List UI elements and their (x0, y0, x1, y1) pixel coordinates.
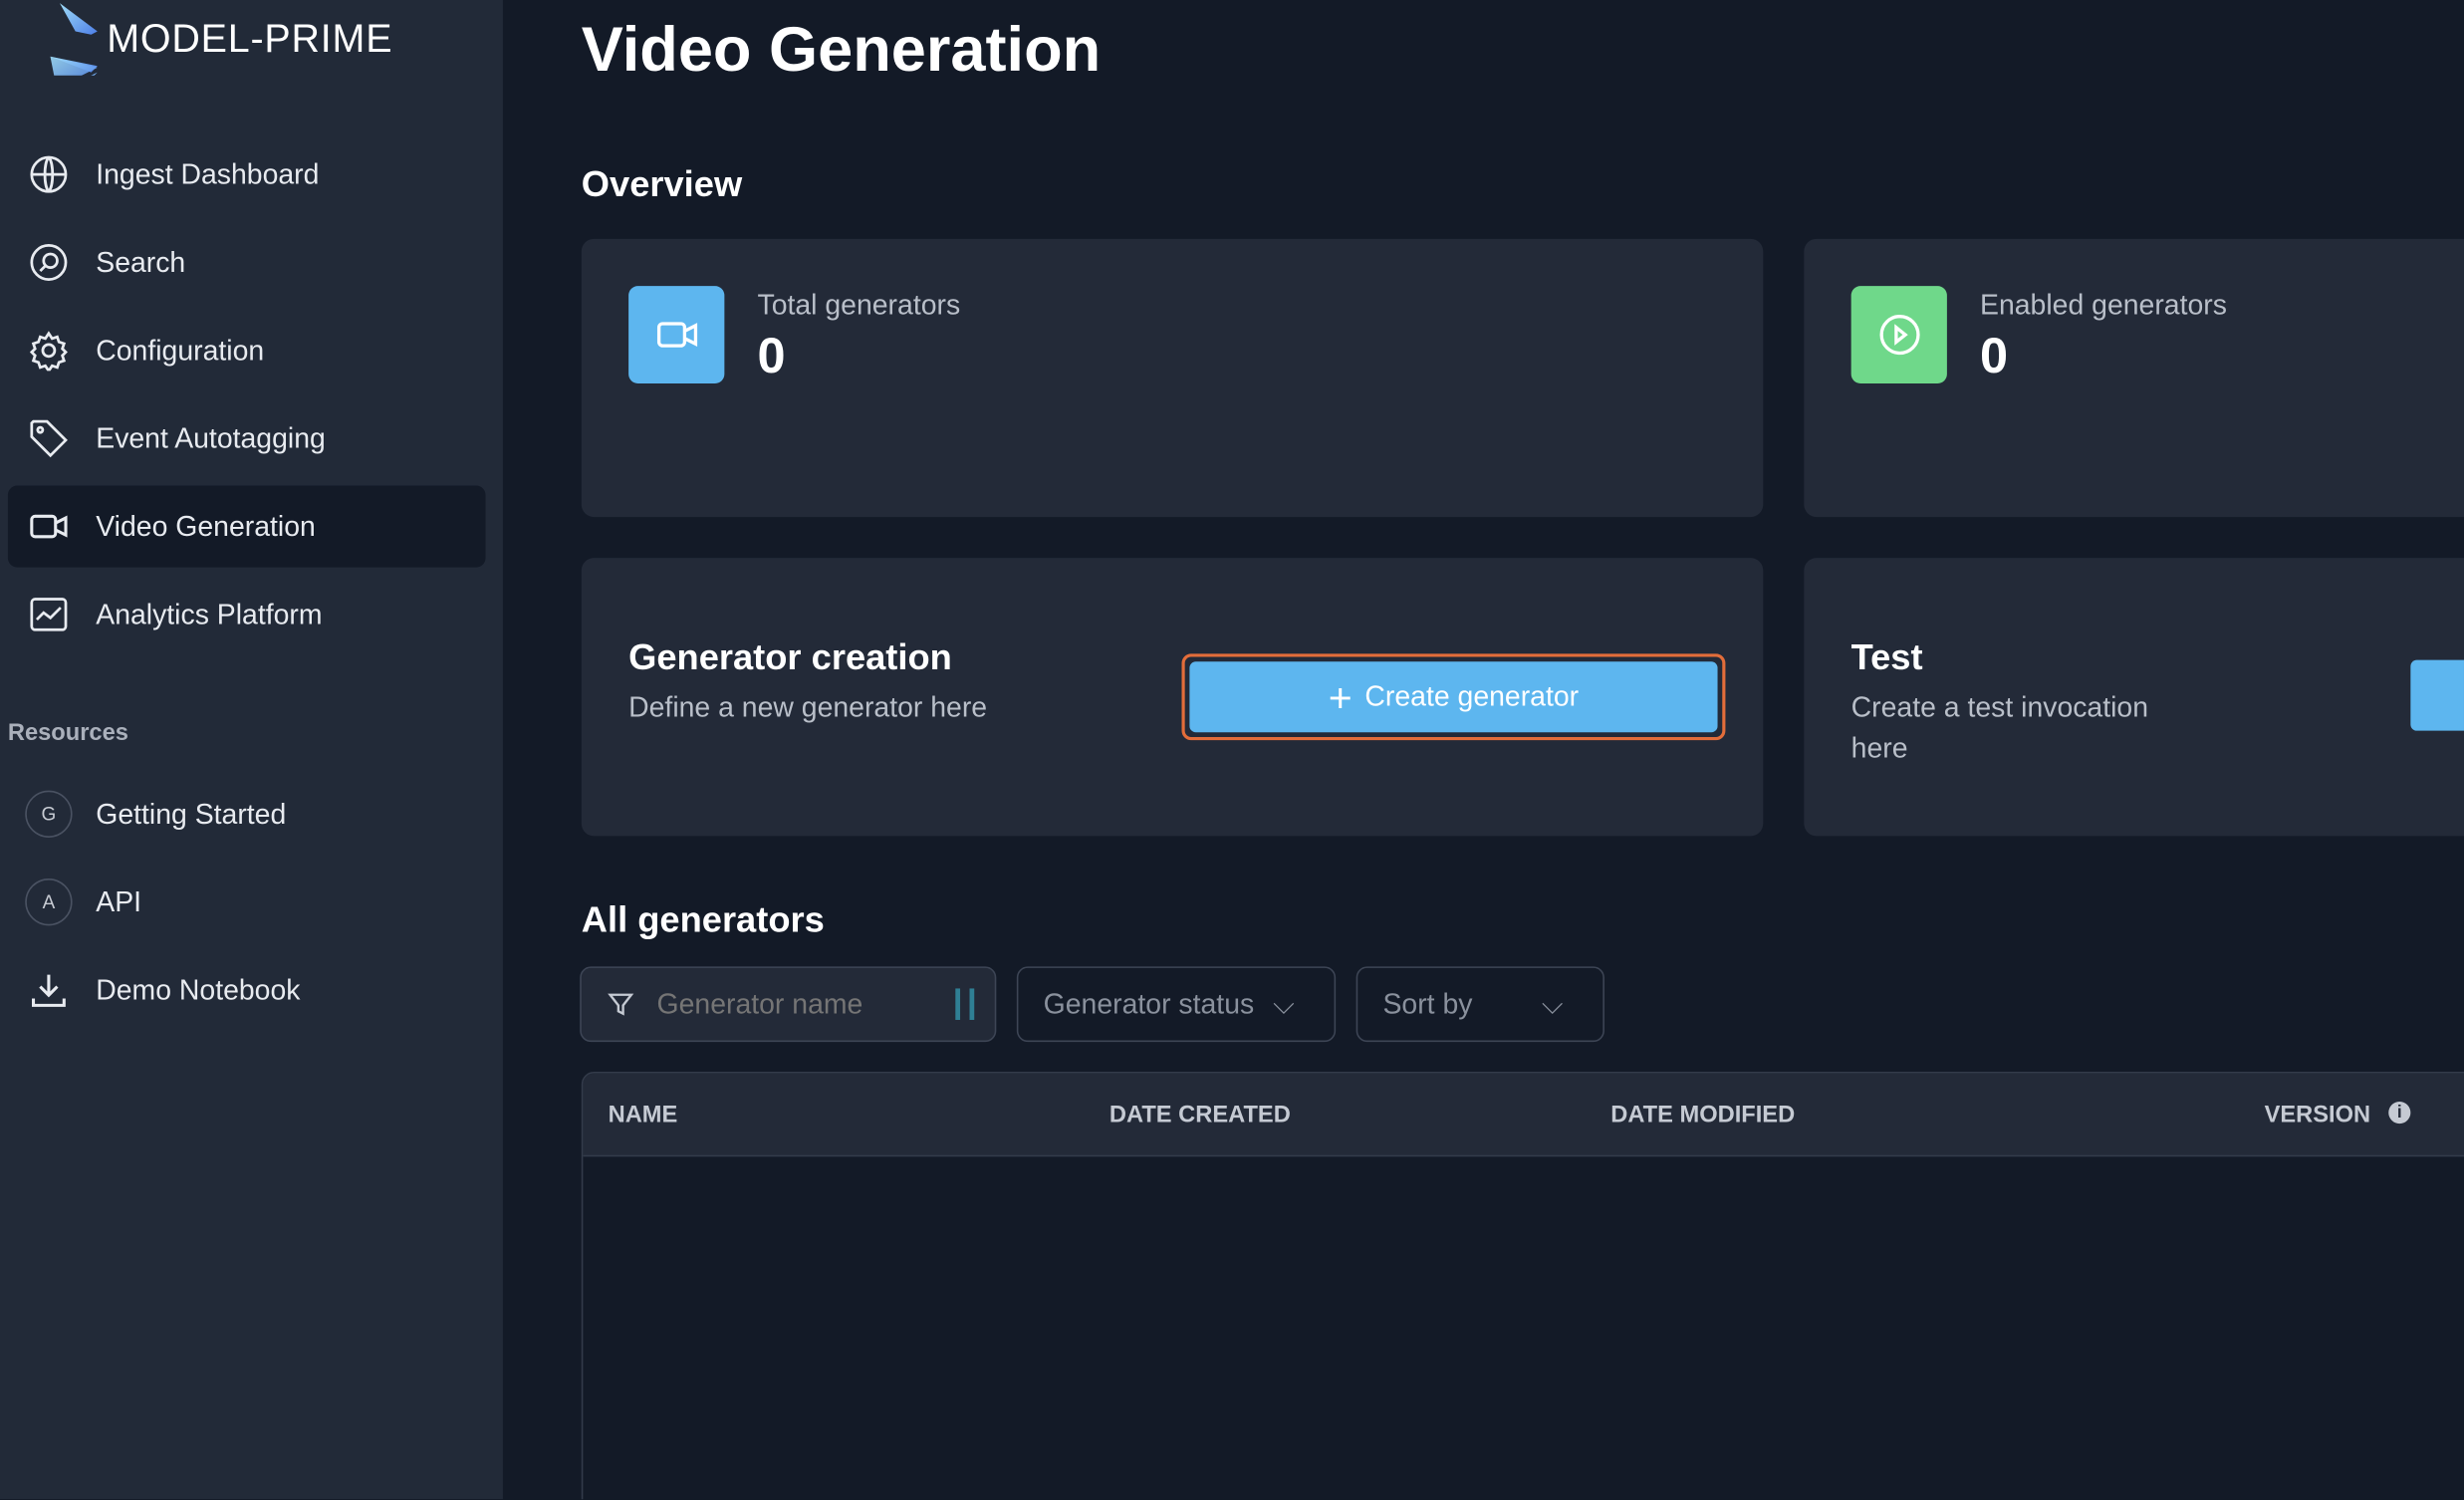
download-icon (31, 974, 66, 1007)
sidebar-item-event-autotagging[interactable]: Event Autotagging (8, 397, 486, 479)
sidebar-item-label: Ingest Dashboard (96, 157, 320, 190)
card-title: Test (1850, 636, 1923, 678)
sidebar-item-label: API (96, 885, 142, 917)
chart-icon (30, 598, 68, 631)
password-manager-icon[interactable] (955, 988, 975, 1020)
sidebar-item-demo-notebook[interactable]: Demo Notebook (8, 949, 486, 1031)
search-icon (30, 244, 68, 281)
page-title: Video Generation (581, 15, 1102, 86)
sidebar-item-video-generation[interactable]: Video Generation (7, 485, 486, 568)
test-card: Test Create a test invocation here (1804, 558, 2464, 837)
select-label: Generator status (1043, 987, 1255, 1020)
logo[interactable]: MODEL-PRIME (28, 0, 392, 79)
api-badge: A (25, 877, 73, 926)
logo-wing-icon (50, 3, 98, 76)
generator-status-select[interactable]: Generator status ⌵ (1016, 966, 1337, 1043)
sidebar-item-label: Event Autotagging (96, 421, 326, 454)
generators-table: NAME DATE CREATED DATE MODIFIED VERSION … (581, 1072, 2464, 1500)
total-generators-card: Total generators 0 (581, 238, 1764, 518)
card-title: Generator creation (628, 636, 952, 678)
info-icon[interactable]: i (2388, 1102, 2411, 1125)
create-generator-focus: + Create generator (1181, 653, 1726, 741)
sidebar-item-analytics-platform[interactable]: Analytics Platform (8, 574, 486, 655)
column-header-name[interactable]: NAME (609, 1102, 678, 1128)
tag-icon (30, 419, 68, 458)
all-generators-heading: All generators (581, 898, 825, 940)
stat-value: 0 (757, 327, 786, 383)
sidebar-item-api[interactable]: A API (8, 862, 486, 943)
globe-icon (30, 155, 68, 193)
sidebar-item-getting-started[interactable]: G Getting Started (8, 773, 486, 855)
filter-icon (608, 993, 634, 1016)
brand-name: MODEL-PRIME (107, 16, 393, 61)
overview-heading: Overview (581, 163, 743, 205)
sidebar-item-label: Video Generation (96, 509, 316, 542)
stat-label: Total generators (757, 289, 961, 321)
stat-label: Enabled generators (1980, 289, 2227, 321)
sidebar: MODEL-PRIME Ingest Dashboard Search Conf… (0, 0, 503, 1500)
chevron-down-icon: ⌵ (1273, 987, 1295, 1020)
plus-icon: + (1328, 673, 1353, 721)
sidebar-item-label: Getting Started (96, 797, 287, 830)
column-header-date-modified[interactable]: DATE MODIFIED (1610, 1102, 1795, 1128)
enabled-generators-card: Enabled generators 0 (1804, 238, 2464, 518)
sidebar-item-ingest-dashboard[interactable]: Ingest Dashboard (8, 133, 486, 215)
video-icon (30, 514, 68, 539)
button-label: Create generator (1364, 680, 1580, 712)
gear-icon (29, 331, 68, 372)
video-icon (628, 286, 725, 383)
column-header-date-created[interactable]: DATE CREATED (1109, 1102, 1291, 1128)
play-circle-icon (1850, 286, 1947, 383)
sidebar-item-configuration[interactable]: Configuration (8, 310, 486, 391)
card-description: Create a test invocation here (1850, 691, 2149, 764)
sidebar-item-label: Analytics Platform (96, 598, 323, 629)
stat-value: 0 (1980, 327, 2009, 383)
generator-creation-card: Generator creation Define a new generato… (581, 558, 1764, 837)
generator-name-input[interactable] (653, 986, 943, 1023)
resources-heading: Resources (7, 719, 128, 747)
select-label: Sort by (1382, 987, 1473, 1020)
column-header-version[interactable]: VERSION (2265, 1102, 2371, 1128)
sidebar-item-search[interactable]: Search (8, 221, 486, 303)
sidebar-item-label: Configuration (96, 334, 265, 366)
card-description: Define a new generator here (628, 691, 988, 723)
generator-name-filter[interactable] (580, 966, 997, 1043)
sort-by-select[interactable]: Sort by ⌵ (1355, 966, 1604, 1043)
getting-started-badge: G (25, 790, 73, 838)
sidebar-item-label: Demo Notebook (96, 973, 301, 1006)
create-generator-button[interactable]: + Create generator (1189, 661, 1718, 733)
main-content: Video Generation Overview Total generato… (503, 0, 2464, 1500)
test-invocation-button[interactable] (2410, 659, 2464, 731)
table-header: NAME DATE CREATED DATE MODIFIED VERSION … (583, 1073, 2464, 1157)
chevron-down-icon: ⌵ (1541, 987, 1564, 1020)
sidebar-item-label: Search (96, 245, 186, 278)
